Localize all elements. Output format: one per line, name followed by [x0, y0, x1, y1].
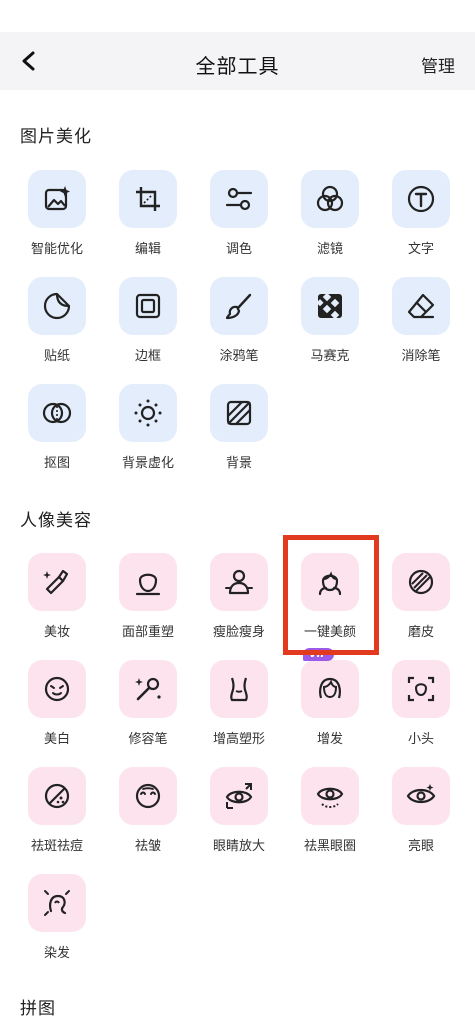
tool-whitening[interactable]: 美白 — [12, 660, 102, 747]
tool-label: 染发 — [43, 946, 70, 961]
tool-label: 增发 — [316, 732, 343, 747]
page-title: 全部工具 — [195, 54, 280, 78]
tool-label: 面部重塑 — [121, 625, 174, 640]
smooth-skin-icon — [408, 569, 434, 595]
smart-optimize-icon — [44, 186, 70, 211]
tool-label: 眼睛放大 — [212, 839, 265, 854]
tool-bright-eyes[interactable]: 亮眼 — [376, 767, 466, 854]
remove-spots-icon — [44, 783, 70, 809]
one-tap-beauty-icon — [318, 571, 342, 596]
tool-label: 消除笔 — [401, 349, 441, 364]
tool-cutout[interactable]: 抠图 — [12, 384, 102, 471]
tool-background-blur[interactable]: 背景虚化 — [103, 384, 193, 471]
text-t-icon — [407, 185, 435, 213]
tool-small-head[interactable]: 小头 — [376, 660, 466, 747]
tool-label: 亮眼 — [407, 839, 434, 854]
tool-hair-dye[interactable]: 染发 — [12, 874, 102, 961]
frame-icon — [135, 293, 161, 319]
body-shape-icon — [230, 677, 248, 702]
background-blur-icon — [134, 399, 162, 427]
tool-label: 马赛克 — [310, 349, 350, 364]
tool-label: 背景虚化 — [121, 456, 174, 471]
section-title-photo: 图片美化 — [20, 127, 92, 147]
tool-label: 祛斑祛痘 — [30, 839, 83, 854]
tool-background[interactable]: 背景 — [194, 384, 284, 471]
tool-label: 瘦脸瘦身 — [212, 625, 265, 640]
tool-label: 边框 — [134, 349, 161, 364]
tool-brush[interactable]: 涂鸦笔 — [194, 277, 284, 364]
vip-badge: VIP — [303, 648, 334, 661]
slim-body-icon — [225, 569, 253, 595]
tool-add-hair[interactable]: VIP 增发 — [285, 648, 375, 747]
tool-remove-spots[interactable]: 祛斑祛痘 — [12, 767, 102, 854]
top-strip — [0, 0, 475, 32]
tool-label: 贴纸 — [43, 349, 70, 364]
tool-contour-brush[interactable]: 修容笔 — [103, 660, 193, 747]
tool-label: 小头 — [407, 732, 434, 747]
tool-eye-enlarge[interactable]: 眼睛放大 — [194, 767, 284, 854]
tool-filter[interactable]: 滤镜 — [285, 170, 375, 257]
tool-text[interactable]: 文字 — [376, 170, 466, 257]
background-icon — [226, 400, 252, 426]
small-head-icon — [407, 676, 435, 702]
filter-circles-icon — [316, 185, 344, 212]
eraser-icon — [407, 293, 435, 319]
tool-label: 美妆 — [43, 625, 70, 640]
tool-adjust[interactable]: 调色 — [194, 170, 284, 257]
tool-label: 美白 — [43, 732, 70, 747]
mosaic-icon — [316, 292, 342, 320]
tool-one-tap-beauty[interactable]: 一键美颜 — [285, 553, 375, 640]
tool-label: 编辑 — [134, 242, 161, 257]
remove-dark-circles-icon — [316, 787, 344, 808]
face-reshape-icon — [135, 573, 161, 596]
crop-icon — [136, 187, 160, 211]
bright-eyes-icon — [406, 784, 436, 804]
tool-smooth-skin[interactable]: 磨皮 — [376, 553, 466, 640]
lipstick-icon — [43, 569, 69, 595]
cutout-icon — [42, 402, 72, 424]
brush-icon — [225, 293, 252, 320]
tool-label: 修容笔 — [128, 732, 168, 747]
add-hair-icon — [319, 677, 341, 699]
tool-remove-dark-circles[interactable]: 祛黑眼圈 — [285, 767, 375, 854]
contour-brush-icon — [135, 677, 161, 701]
tool-label: 祛黑眼圈 — [303, 839, 356, 854]
tool-label: 磨皮 — [407, 625, 434, 640]
tool-edit[interactable]: 编辑 — [103, 170, 193, 257]
tool-eraser[interactable]: 消除笔 — [376, 277, 466, 364]
adjust-sliders-icon — [225, 187, 253, 211]
tool-label: 涂鸦笔 — [219, 349, 259, 364]
tool-label: 一键美颜 — [303, 625, 356, 640]
manage-button[interactable]: 管理 — [421, 52, 455, 77]
section-title-beauty: 人像美容 — [20, 511, 92, 531]
tool-face-reshape[interactable]: 面部重塑 — [103, 553, 193, 640]
section-title-collage: 拼图 — [20, 999, 56, 1019]
tool-label: 抠图 — [43, 456, 70, 471]
tool-makeup[interactable]: 美妆 — [12, 553, 102, 640]
tool-label: 文字 — [407, 242, 434, 257]
nav-bar: 全部工具 管理 — [0, 32, 475, 90]
tool-label: 增高塑形 — [212, 732, 265, 747]
tool-label: 背景 — [225, 456, 252, 471]
tool-mosaic[interactable]: 马赛克 — [285, 277, 375, 364]
tool-remove-wrinkles[interactable]: 祛皱 — [103, 767, 193, 854]
hair-dye-icon — [44, 890, 70, 916]
sticker-icon — [43, 292, 71, 320]
tool-frame[interactable]: 边框 — [103, 277, 193, 364]
tool-label: 滤镜 — [316, 242, 343, 257]
remove-wrinkles-icon — [135, 783, 161, 809]
tool-sticker[interactable]: 贴纸 — [12, 277, 102, 364]
whitening-icon — [44, 676, 70, 702]
tool-body-shape[interactable]: 增高塑形 — [194, 660, 284, 747]
tool-slim-body[interactable]: 瘦脸瘦身 — [194, 553, 284, 640]
tool-label: 调色 — [225, 242, 252, 257]
tool-smart-optimize[interactable]: 智能优化 — [12, 170, 102, 257]
tool-label: 智能优化 — [30, 242, 83, 257]
tool-label: 祛皱 — [134, 839, 161, 854]
eye-enlarge-icon — [225, 783, 253, 809]
